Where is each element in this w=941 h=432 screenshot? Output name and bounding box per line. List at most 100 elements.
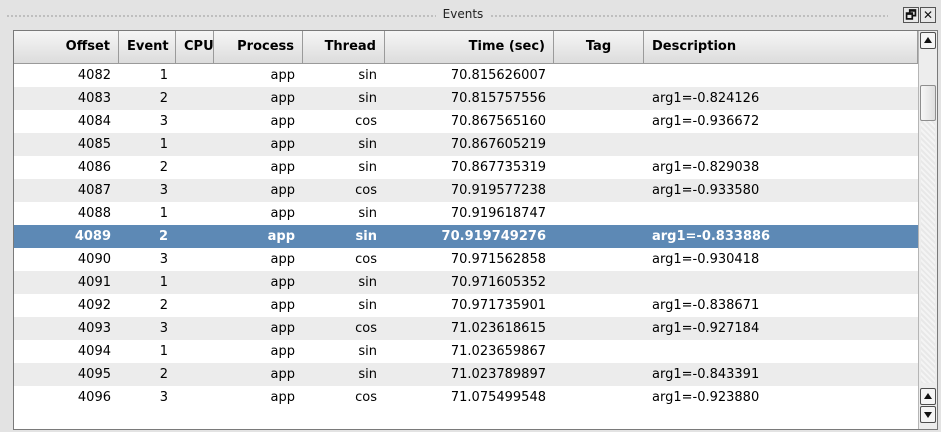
cell-thread: sin xyxy=(358,344,377,359)
column-header-time[interactable]: Time (sec) xyxy=(385,31,554,63)
cell-process: app xyxy=(270,160,295,175)
cell-process: app xyxy=(270,68,295,83)
cell-time: 70.971605352 xyxy=(450,275,546,290)
scroll-down-icon xyxy=(924,412,932,418)
cell-description: arg1=-0.936672 xyxy=(652,114,760,129)
cell-thread: sin xyxy=(358,137,377,152)
column-header-tag[interactable]: Tag xyxy=(554,31,644,63)
cell-description: arg1=-0.833886 xyxy=(652,229,771,244)
table-row[interactable]: 4089 2 app sin 70.919749276 arg1=-0.833886 xyxy=(14,225,918,248)
cell-process: app xyxy=(270,137,295,152)
cell-offset: 4087 xyxy=(77,183,111,198)
cell-event: 1 xyxy=(159,275,168,290)
cell-tag xyxy=(554,340,644,363)
cell-process: app xyxy=(270,344,295,359)
cell-thread: sin xyxy=(358,367,377,382)
table-row[interactable]: 4096 3 app cos 71.075499548 arg1=-0.923880 xyxy=(14,386,918,409)
cell-event: 3 xyxy=(159,114,168,129)
cell-event: 1 xyxy=(159,344,168,359)
column-header-thread[interactable]: Thread xyxy=(303,31,385,63)
column-header-cpu[interactable]: CPU xyxy=(176,31,214,63)
cell-thread: cos xyxy=(355,252,377,267)
cell-event: 3 xyxy=(159,390,168,405)
cell-thread: sin xyxy=(355,229,377,244)
cell-thread: sin xyxy=(358,68,377,83)
table-row[interactable]: 4094 1 app sin 71.023659867 xyxy=(14,340,918,363)
scrollbar-thumb[interactable] xyxy=(920,85,936,121)
column-header-description[interactable]: Description xyxy=(644,31,918,63)
cell-cpu xyxy=(176,225,214,248)
scroll-up-icon xyxy=(924,37,932,43)
table-row[interactable]: 4092 2 app sin 70.971735901 arg1=-0.838671 xyxy=(14,294,918,317)
float-window-button[interactable]: 🗗 xyxy=(903,7,919,23)
scroll-up-button-bottom[interactable] xyxy=(920,388,936,405)
table-row[interactable]: 4082 1 app sin 70.815626007 xyxy=(14,64,918,87)
table-row[interactable]: 4091 1 app sin 70.971605352 xyxy=(14,271,918,294)
cell-process: app xyxy=(267,229,295,244)
cell-offset: 4095 xyxy=(77,367,111,382)
cell-offset: 4094 xyxy=(77,344,111,359)
table-row[interactable]: 4086 2 app sin 70.867735319 arg1=-0.829038 xyxy=(14,156,918,179)
vertical-scrollbar[interactable] xyxy=(918,31,937,429)
cell-cpu xyxy=(176,202,214,225)
cell-event: 1 xyxy=(159,68,168,83)
table-row[interactable]: 4095 2 app sin 71.023789897 arg1=-0.843391 xyxy=(14,363,918,386)
cell-cpu xyxy=(176,179,214,202)
cell-tag xyxy=(554,271,644,294)
cell-description: arg1=-0.927184 xyxy=(652,321,760,336)
grip-dots-right[interactable] xyxy=(490,14,888,18)
panel-title: Events xyxy=(442,7,484,21)
cell-offset: 4092 xyxy=(77,298,111,313)
column-header-process[interactable]: Process xyxy=(214,31,303,63)
cell-offset: 4082 xyxy=(77,68,111,83)
grip-dots-left[interactable] xyxy=(6,14,436,18)
table-row[interactable]: 4093 3 app cos 71.023618615 arg1=-0.927184 xyxy=(14,317,918,340)
events-titlebar[interactable]: Events 🗗 ✕ xyxy=(0,0,941,30)
cell-offset: 4093 xyxy=(77,321,111,336)
cell-thread: cos xyxy=(355,390,377,405)
events-panel: Events 🗗 ✕ Offset Event CPU Process Thread Ti… xyxy=(0,0,941,432)
table-row[interactable]: 4085 1 app sin 70.867605219 xyxy=(14,133,918,156)
cell-event: 2 xyxy=(159,160,168,175)
cell-cpu xyxy=(176,386,214,409)
column-header-event[interactable]: Event xyxy=(119,31,176,63)
cell-cpu xyxy=(176,133,214,156)
cell-event: 2 xyxy=(159,298,168,313)
table-row[interactable]: 4090 3 app cos 70.971562858 arg1=-0.930418 xyxy=(14,248,918,271)
cell-time: 71.023659867 xyxy=(450,344,546,359)
cell-offset: 4086 xyxy=(77,160,111,175)
close-panel-button[interactable]: ✕ xyxy=(920,7,936,23)
events-table[interactable]: Offset Event CPU Process Thread Time (sec) Tag… xyxy=(13,30,938,430)
cell-tag xyxy=(554,202,644,225)
cell-process: app xyxy=(270,298,295,313)
cell-event: 1 xyxy=(159,206,168,221)
cell-cpu xyxy=(176,271,214,294)
cell-offset: 4089 xyxy=(74,229,111,244)
cell-thread: cos xyxy=(355,321,377,336)
table-row[interactable]: 4084 3 app cos 70.867565160 arg1=-0.936672 xyxy=(14,110,918,133)
cell-time: 71.023789897 xyxy=(450,367,546,382)
cell-event: 2 xyxy=(158,229,168,244)
table-row[interactable]: 4083 2 app sin 70.815757556 arg1=-0.824126 xyxy=(14,87,918,110)
scroll-up-button[interactable] xyxy=(920,32,936,49)
cell-offset: 4083 xyxy=(77,91,111,106)
cell-time: 70.867565160 xyxy=(450,114,546,129)
cell-process: app xyxy=(270,367,295,382)
cell-offset: 4091 xyxy=(77,275,111,290)
column-header-offset[interactable]: Offset xyxy=(14,31,119,63)
cell-thread: sin xyxy=(358,160,377,175)
cell-tag xyxy=(554,156,644,179)
scroll-down-button[interactable] xyxy=(920,406,936,423)
cell-tag xyxy=(554,64,644,87)
table-body: 4082 1 app sin 70.815626007 4083 2 app sin 70.815… xyxy=(14,64,918,409)
scrollbar-track[interactable] xyxy=(921,121,935,383)
cell-time: 70.971735901 xyxy=(450,298,546,313)
cell-process: app xyxy=(270,252,295,267)
cell-event: 3 xyxy=(159,183,168,198)
cell-thread: sin xyxy=(358,275,377,290)
table-row[interactable]: 4087 3 app cos 70.919577238 arg1=-0.933580 xyxy=(14,179,918,202)
cell-offset: 4085 xyxy=(77,137,111,152)
cell-description xyxy=(644,202,918,225)
cell-cpu xyxy=(176,248,214,271)
table-row[interactable]: 4088 1 app sin 70.919618747 xyxy=(14,202,918,225)
